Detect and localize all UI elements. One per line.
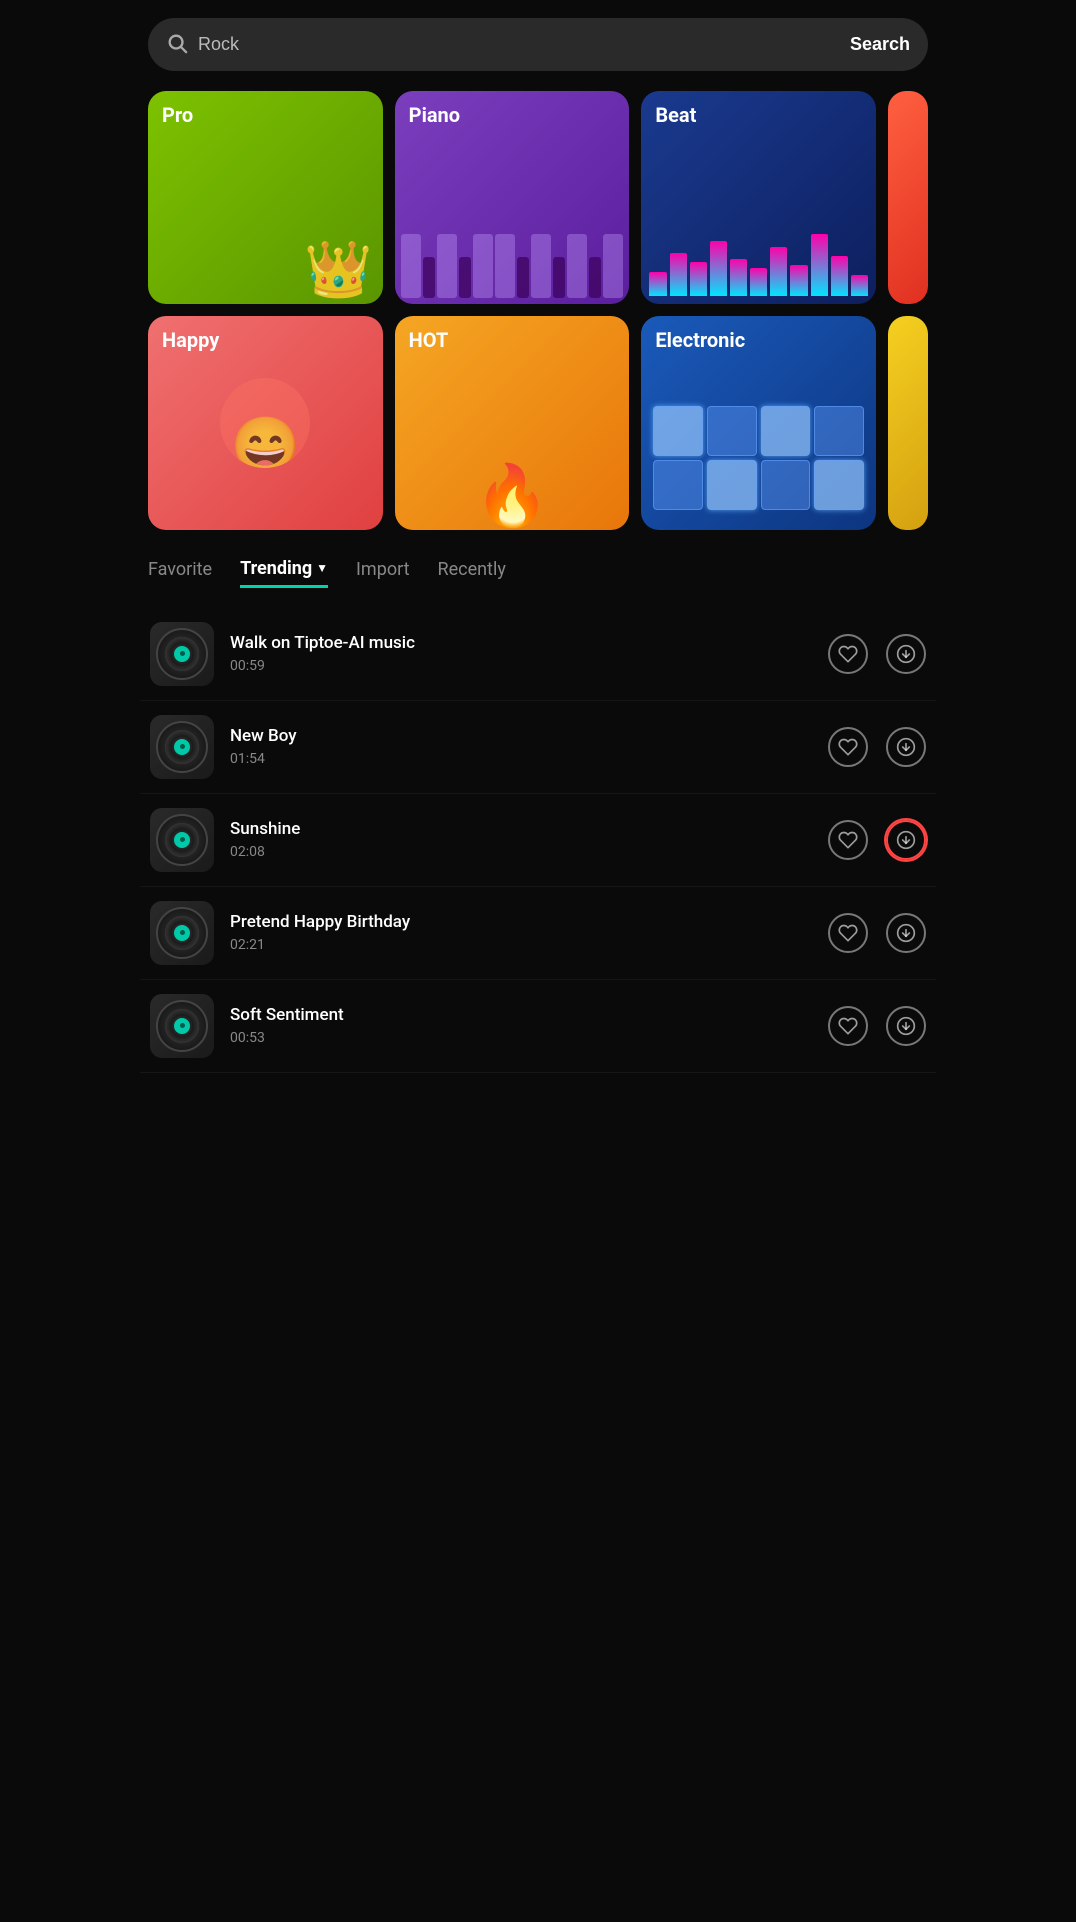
favorite-button[interactable] [828, 913, 868, 953]
category-beat[interactable]: Beat [641, 91, 876, 304]
track-title: Pretend Happy Birthday [230, 912, 812, 932]
heart-icon [838, 644, 858, 664]
track-actions [828, 634, 926, 674]
tab-import[interactable]: Import [356, 559, 409, 586]
category-beat-label: Beat [655, 103, 696, 127]
heart-icon [838, 737, 858, 757]
crown-icon: 👑 [304, 243, 372, 298]
track-title: Soft Sentiment [230, 1005, 812, 1025]
track-actions [828, 1006, 926, 1046]
favorite-button[interactable] [828, 820, 868, 860]
vinyl-icon [156, 814, 208, 866]
heart-icon [838, 1016, 858, 1036]
download-button[interactable] [886, 727, 926, 767]
category-electronic-label: Electronic [655, 328, 745, 352]
category-happy[interactable]: Happy 😄 [148, 316, 383, 529]
category-partial-2 [888, 316, 928, 529]
piano-keys-icon [395, 234, 630, 304]
track-item[interactable]: Soft Sentiment 00:53 [140, 980, 936, 1073]
tab-trending[interactable]: Trending ▼ [240, 558, 328, 588]
category-hot-label: HOT [409, 328, 449, 352]
download-icon [896, 830, 916, 850]
download-button[interactable] [886, 913, 926, 953]
track-thumbnail [150, 622, 214, 686]
category-pro-label: Pro [162, 103, 193, 127]
category-grid: Pro 👑 Piano [148, 91, 928, 530]
category-piano-label: Piano [409, 103, 460, 127]
track-info: New Boy 01:54 [230, 726, 812, 767]
vinyl-icon [156, 721, 208, 773]
vinyl-icon [156, 907, 208, 959]
track-thumbnail [150, 901, 214, 965]
track-info: Pretend Happy Birthday 02:21 [230, 912, 812, 953]
track-item-highlighted[interactable]: Sunshine 02:08 [140, 794, 936, 887]
dj-pads-icon [641, 394, 876, 521]
chevron-down-icon: ▼ [316, 561, 328, 575]
track-duration: 02:08 [230, 844, 812, 860]
search-input[interactable] [198, 34, 840, 55]
track-duration: 00:59 [230, 658, 812, 674]
download-button[interactable] [886, 1006, 926, 1046]
track-title: Walk on Tiptoe-AI music [230, 633, 812, 653]
track-list: Walk on Tiptoe-AI music 00:59 [128, 608, 948, 1073]
beat-bars-icon [641, 234, 876, 304]
track-item[interactable]: Pretend Happy Birthday 02:21 [140, 887, 936, 980]
track-info: Soft Sentiment 00:53 [230, 1005, 812, 1046]
tabs-bar: Favorite Trending ▼ Import Recently [128, 558, 948, 588]
download-icon [896, 923, 916, 943]
download-icon [896, 737, 916, 757]
vinyl-icon [156, 628, 208, 680]
download-button[interactable] [886, 634, 926, 674]
favorite-button[interactable] [828, 1006, 868, 1046]
track-thumbnail [150, 994, 214, 1058]
tab-favorite[interactable]: Favorite [148, 559, 212, 586]
search-icon [166, 32, 188, 57]
track-info: Walk on Tiptoe-AI music 00:59 [230, 633, 812, 674]
track-duration: 02:21 [230, 937, 812, 953]
track-actions [828, 727, 926, 767]
search-button[interactable]: Search [850, 34, 910, 55]
track-item[interactable]: Walk on Tiptoe-AI music 00:59 [140, 608, 936, 701]
tab-trending-label: Trending [240, 558, 312, 579]
track-duration: 00:53 [230, 1030, 812, 1046]
download-icon [896, 1016, 916, 1036]
track-thumbnail [150, 715, 214, 779]
track-duration: 01:54 [230, 751, 812, 767]
vinyl-icon [156, 1000, 208, 1052]
fire-icon: 🔥 [395, 466, 630, 526]
track-actions [828, 820, 926, 860]
category-hot[interactable]: HOT 🔥 [395, 316, 630, 529]
heart-icon [838, 830, 858, 850]
category-happy-label: Happy [162, 328, 219, 352]
track-item[interactable]: New Boy 01:54 [140, 701, 936, 794]
track-actions [828, 913, 926, 953]
tab-recently[interactable]: Recently [438, 559, 506, 586]
search-bar: Search [148, 18, 928, 71]
download-button-highlighted[interactable] [886, 820, 926, 860]
download-icon [896, 644, 916, 664]
category-partial-1 [888, 91, 928, 304]
track-title: Sunshine [230, 819, 812, 839]
favorite-button[interactable] [828, 727, 868, 767]
category-piano[interactable]: Piano [395, 91, 630, 304]
track-thumbnail [150, 808, 214, 872]
heart-icon [838, 923, 858, 943]
category-pro[interactable]: Pro 👑 [148, 91, 383, 304]
category-electronic[interactable]: Electronic [641, 316, 876, 529]
track-title: New Boy [230, 726, 812, 746]
track-info: Sunshine 02:08 [230, 819, 812, 860]
favorite-button[interactable] [828, 634, 868, 674]
